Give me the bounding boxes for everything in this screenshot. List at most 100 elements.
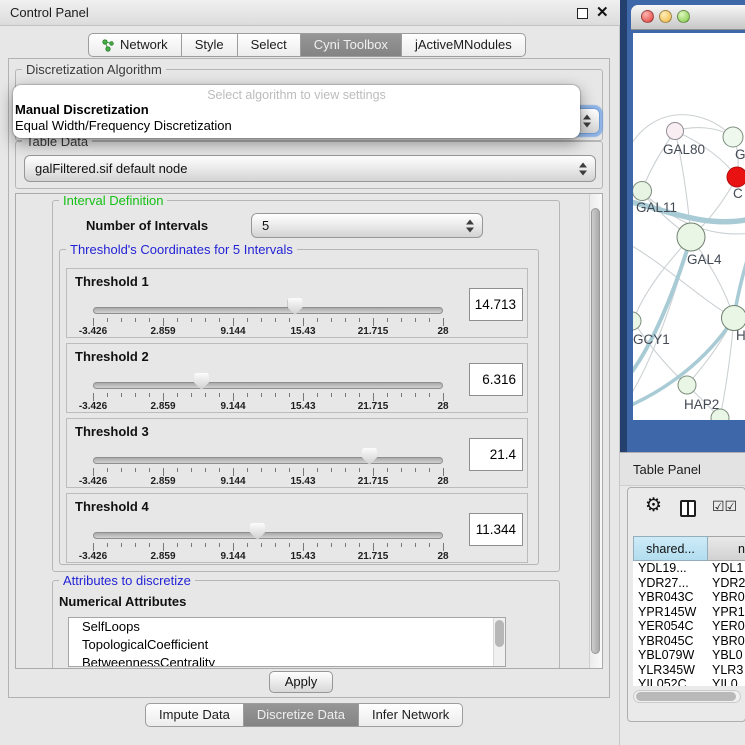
table-row[interactable]: YBL079WYBL0	[633, 648, 745, 663]
node-label-gal4: GAL4	[687, 252, 722, 267]
attribute-item[interactable]: BetweennessCentrality	[69, 654, 505, 667]
close-icon[interactable]: ✕	[596, 3, 609, 23]
slider-ticks	[93, 543, 443, 551]
table-cell: YER0	[708, 619, 745, 634]
tick-mark	[415, 543, 416, 547]
threshold-value-field[interactable]: 11.344	[469, 513, 523, 546]
settings-scrollbar[interactable]	[589, 194, 602, 668]
table-row[interactable]: YBR045CYBR0	[633, 634, 745, 649]
table-scrollbar-thumb[interactable]	[636, 692, 736, 701]
number-of-intervals-combobox[interactable]: 5	[251, 213, 483, 238]
table-row[interactable]: YDR27...YDR2	[633, 576, 745, 591]
group-title: Threshold's Coordinates for 5 Intervals	[66, 242, 297, 257]
table-horizontal-scrollbar[interactable]	[633, 690, 741, 703]
panel-title: Control Panel	[10, 0, 89, 25]
split-columns-icon[interactable]	[680, 500, 696, 517]
attribute-item[interactable]: TopologicalCoefficient	[69, 636, 505, 654]
tick-mark	[429, 393, 430, 397]
table-row[interactable]: YER054CYER0	[633, 619, 745, 634]
tick-mark	[247, 318, 248, 322]
algorithm-dropdown-popup: Select algorithm to view settings Manual…	[13, 85, 580, 138]
network-window-titlebar[interactable]	[631, 5, 745, 30]
table-row[interactable]: YLR345WYLR3	[633, 663, 745, 678]
tab-label: Impute Data	[159, 704, 230, 726]
tick-mark	[205, 318, 206, 322]
tab-cyni-toolbox[interactable]: Cyni Toolbox	[301, 33, 402, 57]
list-scrollbar-thumb[interactable]	[495, 620, 504, 647]
slider-track[interactable]	[93, 307, 443, 314]
threshold-2-box: Threshold 2 -3.4262.8599.14415.4321.7152…	[66, 343, 528, 413]
list-scrollbar[interactable]	[493, 618, 505, 666]
close-traffic-light-icon[interactable]	[641, 10, 654, 23]
tick-mark	[163, 543, 164, 551]
node-label-gal80: GAL80	[663, 142, 705, 157]
bottom-tabbar: Impute Data Discretize Data Infer Networ…	[145, 703, 463, 727]
tick-mark	[261, 318, 262, 322]
attribute-item[interactable]: SelfLoops	[69, 618, 505, 636]
popup-option-manual-discretization[interactable]: Manual Discretization	[15, 102, 149, 117]
tab-network[interactable]: Network	[88, 33, 182, 57]
table-panel-title: Table Panel	[633, 453, 701, 486]
tick-mark	[317, 318, 318, 322]
tick-label: 28	[437, 551, 448, 562]
tab-infer-network[interactable]: Infer Network	[359, 703, 463, 727]
node-red	[727, 167, 745, 187]
tick-mark	[317, 393, 318, 397]
float-window-icon[interactable]	[577, 8, 588, 19]
table-data-combobox[interactable]: galFiltered.sif default node	[24, 155, 596, 182]
tab-select[interactable]: Select	[238, 33, 301, 57]
threshold-value-field[interactable]: 21.4	[469, 438, 523, 471]
tab-jactivemnodules[interactable]: jActiveMNodules	[402, 33, 526, 57]
table-row[interactable]: YPR145WYPR1	[633, 605, 745, 620]
tick-mark	[107, 393, 108, 397]
apply-button[interactable]: Apply	[269, 671, 333, 693]
node-gal11	[633, 182, 652, 201]
tick-label: 15.43	[290, 551, 315, 562]
column-header-shared-name[interactable]: shared...	[633, 536, 708, 561]
tick-label: 2.859	[150, 401, 175, 412]
tab-style[interactable]: Style	[182, 33, 238, 57]
popup-option-equal-width-frequency[interactable]: Equal Width/Frequency Discretization	[15, 118, 232, 133]
cyni-toolbox-panel: Discretization Algorithm Table Data galF…	[8, 58, 610, 698]
tab-discretize-data[interactable]: Discretize Data	[244, 703, 359, 727]
combo-stepper-icon	[583, 115, 592, 128]
tick-mark	[205, 468, 206, 472]
column-header-name[interactable]: n	[708, 536, 745, 561]
network-icon	[102, 39, 115, 52]
checkbox-icons[interactable]: ☑☑	[712, 498, 737, 515]
tick-mark	[429, 318, 430, 322]
combo-stepper-icon	[579, 162, 588, 175]
table-cell: YBR0	[708, 590, 745, 605]
tick-mark	[191, 468, 192, 472]
tick-label: 15.43	[290, 476, 315, 487]
table-row[interactable]: YIL052CYIL0	[633, 677, 745, 686]
slider-track[interactable]	[93, 457, 443, 464]
zoom-traffic-light-icon[interactable]	[677, 10, 690, 23]
tick-mark	[219, 468, 220, 472]
node-table-body[interactable]: YDL19...YDL1YDR27...YDR2YBR043CYBR0YPR14…	[633, 561, 745, 686]
tick-mark	[415, 318, 416, 322]
minimize-traffic-light-icon[interactable]	[659, 10, 672, 23]
numerical-attributes-list[interactable]: SelfLoopsTopologicalCoefficientBetweenne…	[68, 617, 506, 667]
tick-mark	[345, 393, 346, 397]
table-row[interactable]: YDL19...YDL1	[633, 561, 745, 576]
slider-tick-labels: -3.4262.8599.14415.4321.71528	[93, 476, 443, 487]
gear-icon[interactable]: ⚙	[645, 495, 662, 517]
table-row[interactable]: YBR043CYBR0	[633, 590, 745, 605]
slider-track[interactable]	[93, 382, 443, 389]
slider-ticks	[93, 318, 443, 326]
tab-impute-data[interactable]: Impute Data	[145, 703, 244, 727]
tick-mark	[107, 543, 108, 547]
threshold-value-field[interactable]: 14.713	[469, 288, 523, 321]
tick-mark	[331, 468, 332, 472]
tick-mark	[429, 543, 430, 547]
tick-mark	[191, 393, 192, 397]
settings-scrollbar-thumb[interactable]	[591, 208, 600, 654]
threshold-value-field[interactable]: 6.316	[469, 363, 523, 396]
network-canvas[interactable]: GAL80 GA C GAL11 GAL4 GCY1 H HAP2	[633, 33, 745, 420]
slider-tick-labels: -3.4262.8599.14415.4321.71528	[93, 551, 443, 562]
group-title: Interval Definition	[59, 193, 167, 208]
slider-track[interactable]	[93, 532, 443, 539]
tick-label: -3.426	[79, 326, 107, 337]
tick-mark	[401, 393, 402, 397]
